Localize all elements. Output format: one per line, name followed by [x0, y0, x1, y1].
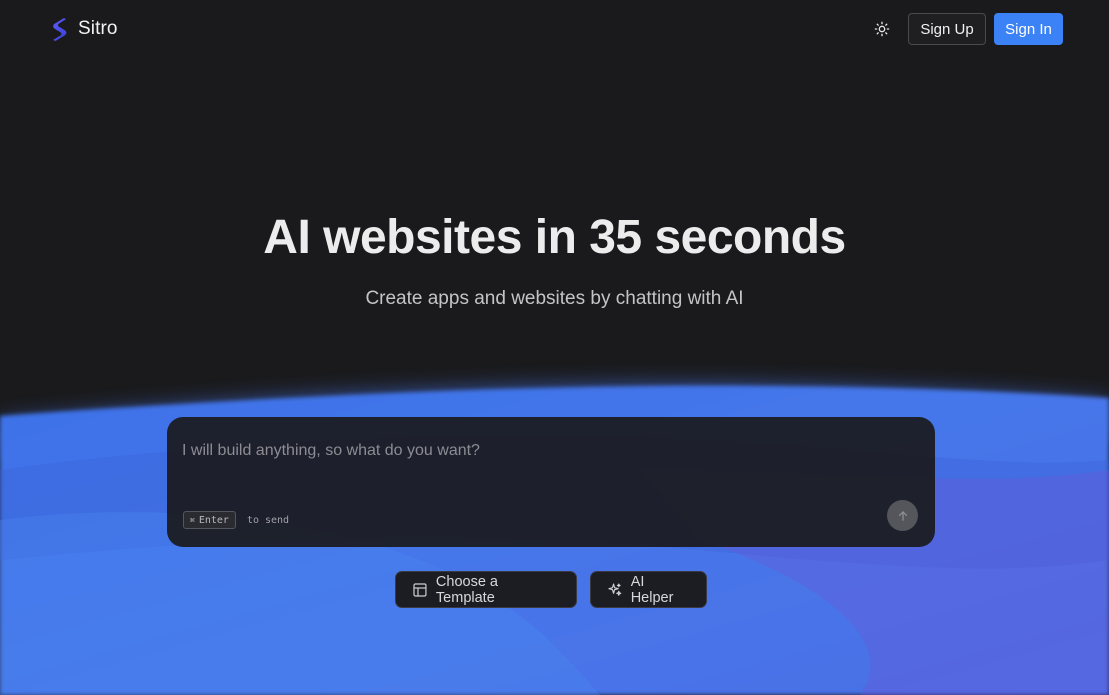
sparkles-icon	[608, 583, 622, 596]
ai-helper-button[interactable]: AI Helper	[590, 571, 707, 608]
shortcut-text: to send	[246, 514, 290, 526]
hero-title: AI websites in 35 seconds	[263, 211, 846, 264]
sign-in-button[interactable]: Sign In	[994, 13, 1063, 45]
hero-subtitle: Create apps and websites by chatting wit…	[365, 288, 744, 309]
prompt-input[interactable]	[182, 438, 902, 464]
choose-template-button[interactable]: Choose a Template	[395, 571, 577, 608]
command-key-symbol: ⌘	[190, 515, 195, 525]
top-navbar: Sitro Sign Up Sign In	[0, 0, 1109, 58]
action-buttons: Choose a Template AI Helper	[395, 571, 707, 608]
arrow-up-icon	[898, 510, 907, 521]
theme-toggle-button[interactable]	[871, 18, 893, 40]
sitro-logo-icon	[53, 18, 67, 41]
prompt-box: ⌘ Enter to send	[167, 417, 935, 547]
brand-name: Sitro	[78, 18, 118, 39]
send-button[interactable]	[887, 500, 918, 531]
send-shortcut-hint: ⌘ Enter to send	[183, 511, 289, 529]
sun-icon	[874, 21, 890, 37]
enter-key-badge: ⌘ Enter	[183, 511, 236, 529]
ai-helper-label: AI Helper	[630, 573, 674, 606]
landing-page: Sitro Sign Up Sign In AI websites in 35 …	[0, 0, 1109, 695]
enter-key-label: Enter	[198, 514, 229, 526]
sign-up-button[interactable]: Sign Up	[908, 13, 986, 45]
choose-template-label: Choose a Template	[435, 573, 498, 606]
layout-template-icon	[413, 582, 427, 597]
brand[interactable]: Sitro	[50, 16, 118, 42]
